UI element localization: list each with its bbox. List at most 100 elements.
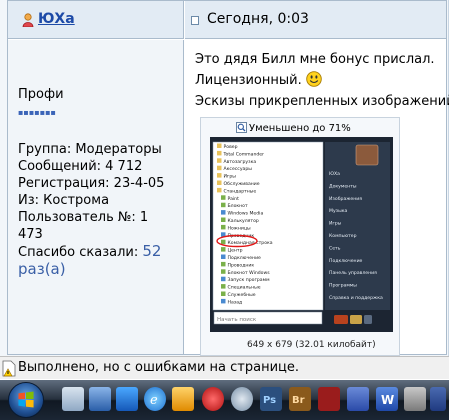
show-desktop-taskbar-icon[interactable] — [116, 387, 138, 411]
post-date-header: Сегодня, 0:03 — [185, 1, 446, 39]
start-menu-right-item: Музыка — [329, 208, 348, 214]
start-menu-screenshot[interactable]: РоверTotal Commander АвтозагрузкаАксессуа… — [210, 137, 393, 332]
start-menu-item-label: Блокнот — [228, 203, 248, 209]
forum-post: ЮХа Сегодня, 0:03 Профи ▪▪▪▪▪▪▪ Группа: … — [7, 0, 449, 356]
start-menu-right-item: ЮХа — [329, 171, 340, 177]
start-menu-item-icon — [221, 224, 226, 230]
start-menu-right-item: Панель управления — [329, 270, 377, 276]
start-menu-item-label: Paint — [228, 196, 240, 202]
photoshop-taskbar-icon[interactable]: Ps — [260, 387, 282, 411]
forum-frame: ЮХа Сегодня, 0:03 Профи ▪▪▪▪▪▪▪ Группа: … — [0, 0, 449, 356]
word-taskbar-icon[interactable]: W — [376, 387, 398, 411]
acrobat-taskbar-icon[interactable] — [404, 387, 426, 411]
start-menu-right-item: Изображения — [329, 196, 362, 202]
post-icon — [191, 16, 199, 25]
start-menu-right-item: Документы — [329, 183, 357, 189]
start-menu-item-label: Запуск программ — [228, 277, 271, 283]
start-menu-item-label: Проводник — [228, 262, 255, 268]
windows-taskbar: e Ps Br W — [0, 380, 449, 420]
attachment-thumbnail[interactable]: Уменьшено до 71% Ровер Total Commander Авт… — [200, 117, 400, 356]
start-menu-item-label: Автозагрузка — [224, 159, 257, 165]
start-menu-item-icon — [221, 217, 226, 222]
start-menu-item-icon — [221, 247, 226, 252]
start-menu-item-icon — [221, 210, 226, 215]
start-menu-right-item: Программы — [329, 283, 357, 289]
profile-group: Группа: Модераторы — [18, 142, 162, 157]
profile-user-number-cont: 473 — [18, 227, 43, 242]
start-menu-item-icon — [217, 143, 222, 148]
profile-registered: Регистрация: 23-4-05 — [18, 176, 165, 191]
profile-thanks: Спасибо сказали: 52 — [18, 243, 183, 261]
author-profile-panel: Профи ▪▪▪▪▪▪▪ Группа: Модераторы Сообщен… — [8, 40, 184, 354]
start-menu-item-label: Подключение — [228, 255, 262, 261]
start-menu-item-label: Игры — [224, 174, 237, 180]
start-menu-item-label: Блокнот Windows — [228, 270, 271, 276]
start-menu-item-icon — [221, 291, 226, 296]
start-menu-item-label: Стандартные — [224, 188, 257, 194]
start-menu-right-item: Компьютер — [329, 233, 357, 239]
start-menu-item-label: Ножницы — [228, 225, 252, 231]
smiley-icon — [306, 71, 322, 87]
status-text: Выполнено, но с ошибками на странице. — [18, 360, 300, 375]
user-icon — [22, 13, 34, 27]
start-menu-right-item: Сеть — [329, 245, 341, 251]
post-message: Это дядя Билл мне бонус прислал. Лицензи… — [195, 49, 449, 112]
start-menu-item-label: Ровер — [224, 144, 238, 150]
opera-taskbar-icon[interactable] — [202, 387, 224, 411]
thanks-count-link[interactable]: 52 — [142, 242, 161, 260]
desktop-taskbar-icon[interactable] — [89, 387, 111, 411]
start-menu-item-label: Total Commander — [223, 151, 265, 157]
browser-status-bar: Выполнено, но с ошибками на странице. — [0, 356, 449, 379]
rank-dots: ▪▪▪▪▪▪▪ — [18, 108, 56, 117]
media-player-taskbar-icon[interactable] — [172, 387, 194, 411]
start-menu-right-item: Игры — [329, 221, 342, 227]
start-menu-item-icon — [221, 261, 226, 267]
svg-text:Br: Br — [292, 395, 305, 406]
start-menu-item-label: Назад — [228, 299, 243, 305]
image-dimensions: 649 x 679 (32.01 килобайт) — [247, 340, 376, 350]
bridge-taskbar-icon[interactable]: Br — [289, 387, 311, 411]
start-menu-item-label: Служебные — [228, 292, 256, 298]
start-menu-item-label: Калькулятор — [228, 218, 259, 224]
profile-location: Из: Кострома — [18, 193, 110, 208]
start-menu-right-item: Справка и поддержка — [329, 295, 383, 301]
user-rank: Профи — [18, 87, 64, 102]
start-menu-item-label: Обслуживание — [224, 181, 260, 187]
author-username-link[interactable]: ЮХа — [38, 11, 75, 27]
skype-taskbar-icon[interactable] — [231, 387, 253, 411]
post-content: Это дядя Билл мне бонус прислал. Лицензи… — [185, 40, 449, 356]
start-menu-item-icon — [217, 173, 222, 178]
message-line-2: Лицензионный. — [195, 70, 449, 91]
post-date: Сегодня, 0:03 — [207, 11, 309, 27]
start-menu-item-label: Аксессуары — [224, 166, 253, 172]
magnify-icon — [236, 122, 247, 133]
thanks-suffix-link[interactable]: раз(а) — [18, 261, 183, 278]
profile-posts-count: Сообщений: 4 712 — [18, 159, 143, 174]
start-orb-button[interactable] — [8, 382, 44, 418]
page-error-icon[interactable] — [2, 360, 16, 377]
thumbnail-caption: Уменьшено до 71% — [249, 123, 351, 134]
start-menu-item-label: Центр — [228, 248, 243, 254]
start-menu-item-icon — [221, 284, 226, 289]
start-menu-item-icon — [217, 187, 222, 193]
start-menu-item-label: Windows Media — [228, 211, 264, 217]
flash-taskbar-icon[interactable] — [318, 387, 340, 411]
profile-user-number: Пользователь №: 1 — [18, 210, 149, 225]
explorer-taskbar-icon[interactable] — [62, 387, 84, 411]
start-menu-item-icon — [217, 180, 222, 185]
windows-logo-icon — [18, 391, 34, 408]
start-menu-item-icon — [221, 239, 226, 245]
pdf-tool-taskbar-icon[interactable] — [347, 387, 369, 411]
start-menu-item-icon — [217, 165, 222, 171]
more-taskbar-icon[interactable] — [430, 387, 446, 411]
profile-details: Группа: Модераторы Сообщений: 4 712 Реги… — [18, 141, 183, 278]
svg-text:W: W — [381, 393, 394, 407]
attachments-heading: Эскизы прикрепленных изображений — [195, 94, 449, 109]
message-line-1: Это дядя Билл мне бонус прислал. — [195, 52, 435, 67]
start-menu-item-icon — [221, 202, 226, 208]
start-menu-item-icon — [221, 269, 226, 274]
start-menu-item-icon — [221, 254, 226, 259]
internet-explorer-taskbar-icon[interactable]: e — [144, 387, 166, 411]
start-menu-item-icon — [217, 158, 222, 163]
start-menu-item-icon — [221, 298, 226, 304]
